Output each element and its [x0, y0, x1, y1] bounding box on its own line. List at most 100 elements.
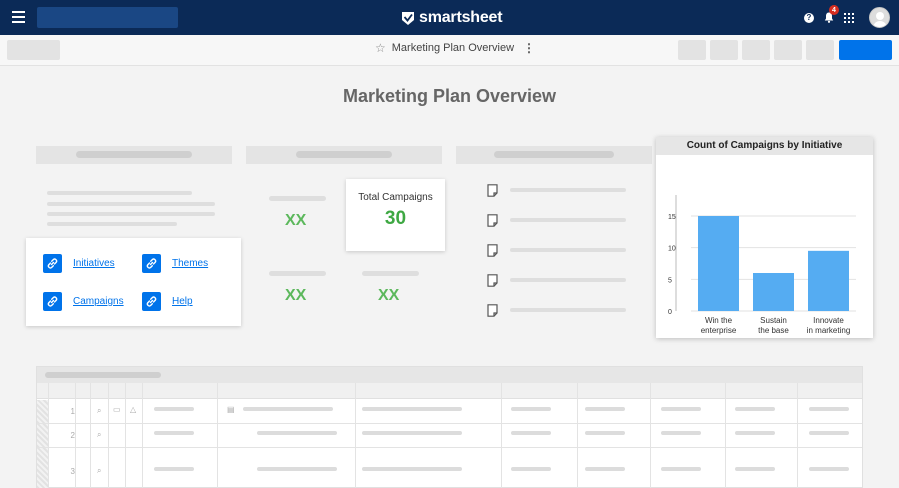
link-label[interactable]: Themes — [172, 258, 208, 269]
menu-icon[interactable] — [12, 11, 25, 23]
document-icon[interactable] — [487, 274, 498, 287]
reminder-bell-icon[interactable]: △ — [130, 405, 136, 414]
chart-title: Count of Campaigns by Initiative — [656, 137, 873, 155]
cell-placeholder[interactable] — [362, 407, 462, 411]
cell-placeholder[interactable] — [661, 431, 701, 435]
document-icon[interactable] — [487, 244, 498, 257]
row-divider — [37, 447, 862, 448]
link-campaigns[interactable]: Campaigns — [43, 292, 124, 311]
column-divider — [90, 383, 91, 488]
cell-placeholder[interactable] — [809, 431, 849, 435]
column-divider — [797, 383, 798, 488]
cell-placeholder[interactable] — [154, 467, 194, 471]
cell-placeholder[interactable] — [735, 467, 775, 471]
document-name-placeholder[interactable] — [510, 308, 626, 312]
column-divider — [501, 383, 502, 488]
widget-header-2 — [246, 146, 442, 164]
text-placeholder — [47, 191, 192, 195]
bar[interactable] — [808, 250, 849, 311]
document-name-placeholder[interactable] — [510, 218, 626, 222]
y-tick-label: 0 — [668, 309, 672, 316]
cell-placeholder[interactable] — [585, 407, 625, 411]
cell-placeholder[interactable] — [585, 431, 625, 435]
bar[interactable] — [698, 216, 739, 311]
widget-header-1 — [36, 146, 232, 164]
comment-icon[interactable]: ▭ — [113, 405, 121, 414]
cell-placeholder[interactable] — [511, 407, 551, 411]
cell-placeholder[interactable] — [154, 431, 194, 435]
row-indicator — [37, 448, 48, 488]
metric-value: XX — [378, 287, 400, 304]
link-themes[interactable]: Themes — [142, 254, 208, 273]
link-initiatives[interactable]: Initiatives — [43, 254, 115, 273]
cell-placeholder[interactable] — [362, 431, 462, 435]
apps-grid-icon[interactable] — [844, 12, 854, 23]
toolbar-button-1[interactable] — [678, 40, 706, 60]
link-label[interactable]: Help — [172, 296, 193, 307]
toolbar-button-2[interactable] — [710, 40, 738, 60]
cell-placeholder[interactable] — [154, 407, 194, 411]
attachment-icon[interactable]: ⌕ — [97, 430, 101, 440]
metric-label-placeholder — [362, 271, 419, 276]
cell-placeholder[interactable] — [735, 407, 775, 411]
star-icon[interactable]: ☆ — [375, 42, 386, 54]
document-icon[interactable] — [487, 304, 498, 317]
document-name-placeholder[interactable] — [510, 248, 626, 252]
attachment-icon[interactable]: ⌕ — [97, 406, 101, 416]
document-name-placeholder[interactable] — [510, 188, 626, 192]
x-tick-label: enterprise — [701, 326, 737, 335]
link-icon — [142, 292, 161, 311]
campaigns-chart-widget: Count of Campaigns by Initiative 0 5 10 15 W… — [656, 137, 873, 338]
link-help[interactable]: Help — [142, 292, 193, 311]
total-campaigns-label: Total Campaigns — [358, 192, 433, 203]
cell-placeholder[interactable] — [661, 407, 701, 411]
row-indicator — [37, 424, 48, 447]
cell-placeholder[interactable] — [243, 407, 333, 411]
cell-placeholder[interactable] — [735, 431, 775, 435]
row-number: 3 — [70, 467, 75, 476]
x-tick-label: Innovate — [813, 316, 844, 325]
row-indicator — [37, 400, 48, 423]
y-tick-label: 15 — [668, 214, 676, 221]
cell-placeholder[interactable] — [809, 467, 849, 471]
notifications-button[interactable]: 4 — [824, 5, 839, 23]
toolbar-button-4[interactable] — [774, 40, 802, 60]
column-divider — [725, 383, 726, 488]
toolbar-button-3[interactable] — [742, 40, 770, 60]
document-title[interactable]: Marketing Plan Overview — [392, 42, 514, 54]
search-input[interactable] — [37, 7, 178, 28]
cell-placeholder[interactable] — [511, 431, 551, 435]
link-label[interactable]: Campaigns — [73, 296, 124, 307]
user-avatar[interactable] — [869, 7, 890, 28]
attachment-icon[interactable]: ⌕ — [97, 466, 101, 476]
column-divider — [355, 383, 356, 488]
document-icon[interactable] — [487, 184, 498, 197]
column-divider — [142, 383, 143, 488]
bar-chart: 0 5 10 15 Win theenterprise Sustainthe base In… — [668, 195, 856, 335]
bar[interactable] — [753, 273, 794, 311]
row-number: 2 — [70, 431, 75, 440]
document-icon[interactable] — [487, 214, 498, 227]
more-options-icon[interactable]: ⋮ — [523, 42, 535, 54]
link-label[interactable]: Initiatives — [73, 258, 115, 269]
column-divider — [48, 383, 49, 488]
cell-placeholder[interactable] — [511, 467, 551, 471]
cell-placeholder[interactable] — [809, 407, 849, 411]
y-tick-label: 5 — [668, 277, 672, 284]
smartsheet-logo-icon — [402, 11, 414, 25]
y-tick-label: 10 — [668, 246, 676, 253]
share-button[interactable] — [839, 40, 892, 60]
x-tick-label: the base — [758, 326, 789, 335]
help-icon[interactable]: ? — [804, 12, 814, 23]
cell-placeholder[interactable] — [362, 467, 462, 471]
toolbar-left-button[interactable] — [7, 40, 60, 60]
toolbar-button-5[interactable] — [806, 40, 834, 60]
cell-link-icon[interactable]: ▤ — [227, 405, 235, 414]
cell-placeholder[interactable] — [661, 467, 701, 471]
cell-placeholder[interactable] — [257, 431, 337, 435]
app-logo[interactable]: smartsheet — [402, 8, 503, 28]
cell-placeholder[interactable] — [585, 467, 625, 471]
cell-placeholder[interactable] — [257, 467, 337, 471]
document-name-placeholder[interactable] — [510, 278, 626, 282]
text-placeholder — [47, 222, 177, 226]
